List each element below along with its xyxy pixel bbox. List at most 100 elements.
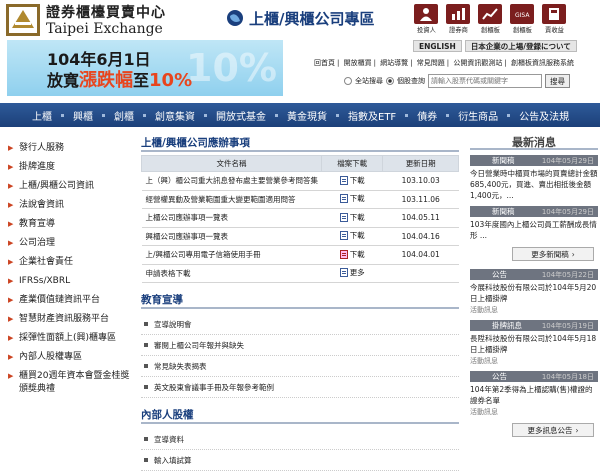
news-item[interactable]: 新聞稿 104年05月29日 今日營業時中櫃買市場的買賣總計金額685,400元，…	[470, 155, 598, 201]
sidebar-item-listing-progress[interactable]: ▶ 掛牌進度	[8, 161, 133, 174]
search-input[interactable]	[428, 74, 542, 88]
sidebar-item-investor-conf[interactable]: ▶ 法說會資訊	[8, 199, 133, 212]
sidebar-item-label: 產業價值鏈資訊平台	[19, 295, 101, 305]
radio-site-search[interactable]	[344, 77, 352, 85]
table-row: 申請表格下載 更多	[141, 264, 459, 283]
list-item[interactable]: 宣導說明會	[141, 314, 459, 335]
sidebar-item-label: 內部人股權專區	[19, 352, 83, 362]
link-home[interactable]: 回首頁	[314, 59, 335, 67]
site-logo[interactable]: 證券櫃檯買賣中心 Taipei Exchange	[6, 2, 206, 38]
news-text: 今日營業時中櫃買市場的買賣總計金額685,400元，買進、賣出相抵後金額1,40…	[470, 169, 598, 200]
doc-name[interactable]: 興櫃公司應辦事項一覽表	[141, 227, 322, 246]
list-item[interactable]: 宣導資料	[141, 429, 459, 450]
sidebar-item-label: 企業社會責任	[19, 257, 74, 267]
link-sitemap[interactable]: 網站導覽	[380, 59, 408, 67]
list-item[interactable]: 常見缺失表揭表	[141, 356, 459, 377]
sidebar-item-issuer-services[interactable]: ▶ 發行人服務	[8, 142, 133, 155]
english-button[interactable]: ENGLISH	[413, 40, 462, 52]
list-item[interactable]: 審閱上櫃公司年報并與缺失	[141, 335, 459, 356]
nav-item-gisa[interactable]: 創櫃	[114, 108, 155, 123]
more-notices-button[interactable]: 更多訊息公告 ›	[512, 423, 594, 437]
arrow-right-icon: ▶	[8, 201, 14, 209]
sidebar-item-insider[interactable]: ▶ 內部人股權專區	[8, 351, 133, 364]
notice-date: 104年05月22日	[541, 270, 594, 279]
section-title-education: 教育宣導	[141, 291, 459, 309]
col-header-download: 檔案下載	[320, 155, 384, 172]
download-link[interactable]: 下載	[339, 230, 365, 241]
insider-list: 宣導資料 輸入填試算	[141, 429, 459, 471]
sidebar-item-company-info[interactable]: ▶ 上櫃/興櫃公司資訊	[8, 180, 133, 193]
notice-date: 104年05月18日	[541, 372, 594, 381]
sidebar-item-anniversary[interactable]: ▶ 櫃買20週年資本會暨金桂獎頒獎典禮	[8, 370, 133, 396]
col-header-date: 更新日期	[382, 155, 459, 172]
link-gisa-system[interactable]: 創櫃板資訊服務系統	[511, 59, 574, 67]
list-item[interactable]: 輸入填試算	[141, 450, 459, 471]
news-text: 103年度國內上櫃公司員工薪酬成長情形 ...	[470, 220, 597, 240]
quick-link-investor[interactable]: 投資人	[412, 4, 440, 36]
search-button[interactable]: 搜尋	[545, 74, 570, 88]
more-link[interactable]: 更多	[339, 267, 365, 278]
arrow-right-icon: ▶	[8, 220, 14, 228]
sidebar-item-ip-platform[interactable]: ▶ 智慧財產資訊服務平台	[8, 313, 133, 326]
doc-name[interactable]: 上櫃公司應辦事項一覽表	[141, 208, 322, 228]
chevron-right-icon: ›	[575, 425, 579, 435]
nav-item-crowdfund[interactable]: 創意集資	[155, 108, 216, 123]
documents-table: 文件名稱 檔案下載 更新日期 上（興）櫃公司重大訊息發布處主要營業參考問答集 下…	[141, 155, 459, 283]
list-item[interactable]: 英文股東會議事手冊及年報參考範例	[141, 377, 459, 398]
nav-item-emerging[interactable]: 興櫃	[73, 108, 114, 123]
more-news-button[interactable]: 更多新聞稿 ›	[512, 247, 594, 261]
link-mops[interactable]: 公開資訊觀測站	[453, 59, 502, 67]
quick-link-gisa[interactable]: 創櫃板	[476, 4, 504, 36]
nav-separator	[143, 113, 146, 117]
sidebar-item-label: 公司治理	[19, 238, 56, 248]
doc-name[interactable]: 上（興）櫃公司重大訊息發布處主要營業參考問答集	[141, 171, 322, 191]
link-faq[interactable]: 常見問題	[417, 59, 445, 67]
sidebar-item-value-chain[interactable]: ▶ 產業價值鏈資訊平台	[8, 294, 133, 307]
logo-chinese-name: 證券櫃檯買賣中心	[46, 5, 166, 21]
download-link[interactable]: 下載	[339, 175, 365, 186]
section-title-insider: 內部人股權	[141, 406, 459, 424]
sidebar-item-csr[interactable]: ▶ 企業社會責任	[8, 256, 133, 269]
chevron-right-icon: ›	[571, 249, 575, 259]
nav-item-index-etf[interactable]: 指數及ETF	[348, 108, 417, 123]
japanese-listing-button[interactable]: 日本企業の上場/登録について	[464, 40, 577, 52]
nav-item-bonds[interactable]: 債券	[417, 108, 458, 123]
sidebar-item-label: 發行人服務	[19, 143, 65, 153]
sidebar-item-flexible-par[interactable]: ▶ 採彈性面額上(興)櫃專區	[8, 332, 133, 345]
quick-link-calc[interactable]: 賣收益	[540, 4, 568, 36]
sidebar-item-education[interactable]: ▶ 教育宣導	[8, 218, 133, 231]
doc-name[interactable]: 經營權異動及營業範圍重大變更範圍適用問答	[141, 190, 322, 209]
nav-item-funds[interactable]: 開放式基金	[216, 108, 287, 123]
download-link[interactable]: 下載	[339, 193, 365, 204]
main-nav: 上櫃 興櫃 創櫃 創意集資 開放式基金 黃金現貨 指數及ETF 債券 衍生商品 …	[0, 103, 600, 127]
sidebar-item-governance[interactable]: ▶ 公司治理	[8, 237, 133, 250]
radio-stock-search[interactable]	[386, 77, 394, 85]
sidebar-item-label: 採彈性面額上(興)櫃專區	[19, 333, 117, 343]
doc-name[interactable]: 上/興櫃公司專用電子信箱使用手冊	[141, 245, 322, 265]
sidebar-item-ifrs[interactable]: ▶ IFRSs/XBRL	[8, 275, 133, 288]
nav-item-otc[interactable]: 上櫃	[32, 108, 73, 123]
arrow-right-icon: ▶	[8, 334, 14, 342]
notice-item[interactable]: 掛牌訊息 104年05月19日 長陞科技股份有限公司於104年5月18日上櫃掛牌 …	[470, 320, 598, 366]
news-item[interactable]: 新聞稿 104年05月29日 103年度國內上櫃公司員工薪酬成長情形 ...	[470, 206, 598, 241]
doc-name[interactable]: 申請表格下載	[141, 264, 322, 283]
arrow-right-icon: ▶	[8, 163, 14, 171]
link-open[interactable]: 開放櫃買	[344, 59, 372, 67]
download-link[interactable]: 下載	[339, 249, 365, 260]
search-bar: 全站搜尋 個股查詢 搜尋	[344, 74, 570, 88]
quick-link-broker[interactable]: 證券商	[444, 4, 472, 36]
nav-label: 上櫃	[32, 111, 52, 123]
person-icon	[420, 8, 432, 21]
nav-item-gold[interactable]: 黃金現貨	[287, 108, 348, 123]
notice-item[interactable]: 公告 104年05月22日 今展科技股份有限公司於104年5月20日上櫃掛牌 活動…	[470, 269, 598, 315]
nav-label: 黃金現貨	[287, 111, 327, 123]
nav-label: 開放式基金	[216, 111, 266, 123]
notice-item[interactable]: 公告 104年05月18日 104年第2季得為上櫃認購(售)權證的證券名單 活動訊…	[470, 371, 598, 417]
promo-banner[interactable]: 10% 104年6月1日 放寬漲跌幅至10%	[7, 40, 283, 96]
nav-label: 指數及ETF	[348, 111, 397, 123]
nav-item-derivatives[interactable]: 衍生商品	[458, 108, 519, 123]
more-label: 更多	[349, 268, 365, 278]
nav-item-announcements[interactable]: 公告及法規	[519, 108, 569, 123]
quick-link-gisa-2[interactable]: GISA 創櫃板	[508, 4, 536, 36]
download-link[interactable]: 下載	[339, 212, 365, 223]
